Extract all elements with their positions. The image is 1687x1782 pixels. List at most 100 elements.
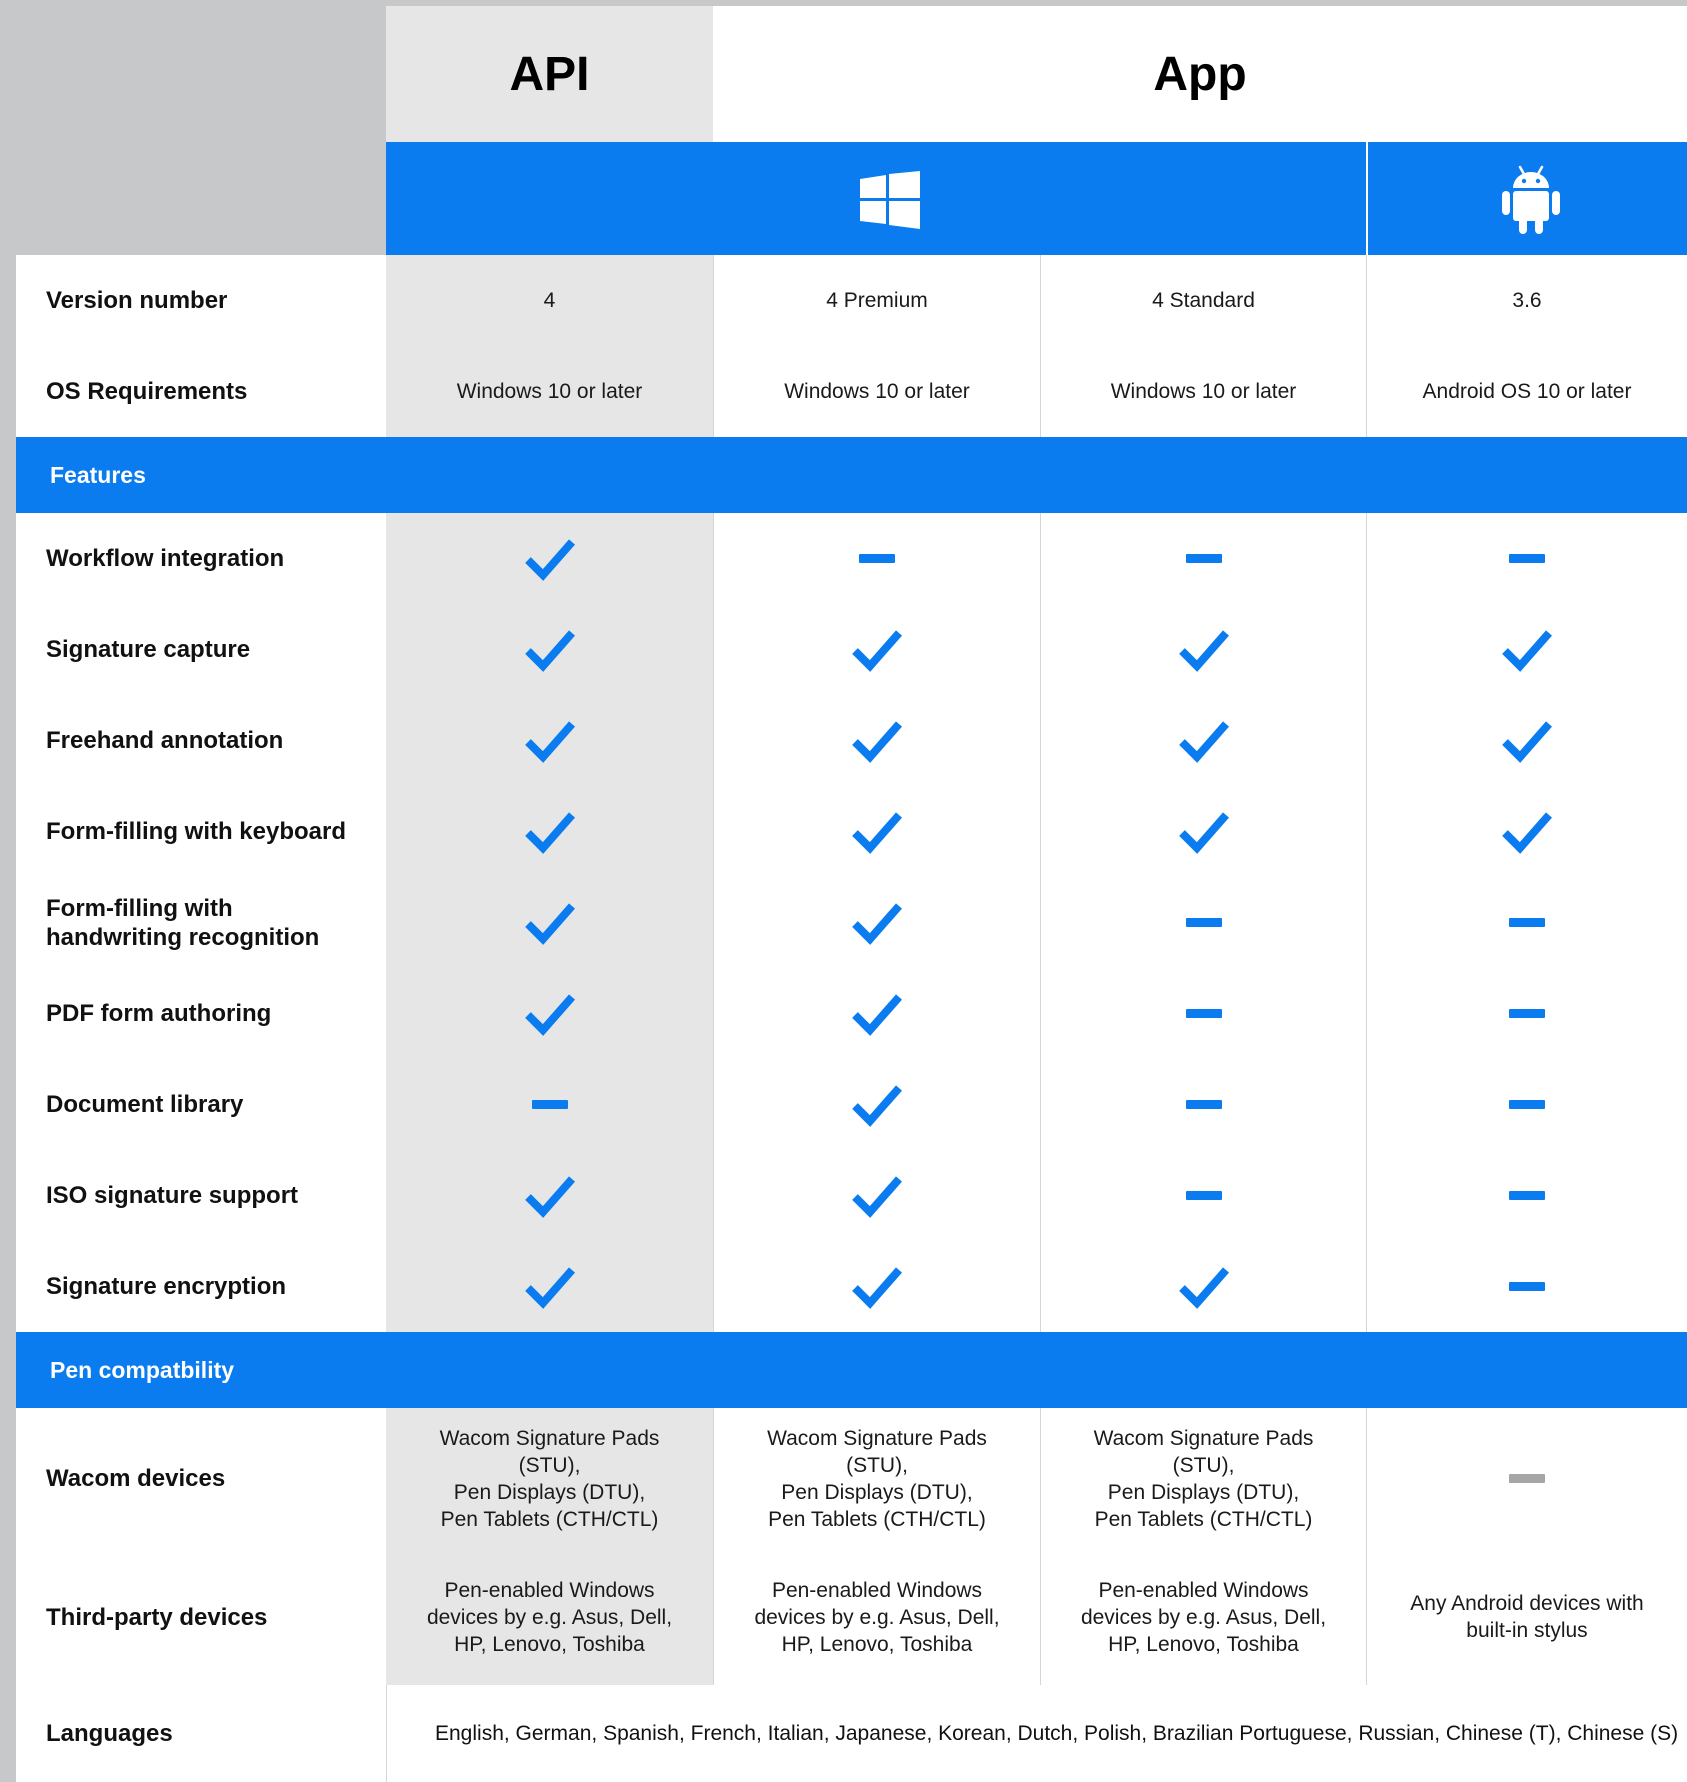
- check-icon: [1178, 629, 1229, 672]
- dash-icon: [1185, 1191, 1222, 1200]
- table-cell: Wacom Signature Pads (STU), Pen Displays (…: [386, 1408, 713, 1549]
- table-cell: [386, 1150, 713, 1241]
- table-cell: [713, 1241, 1040, 1332]
- dash-icon: [1509, 918, 1545, 927]
- dash-icon: [1185, 554, 1222, 563]
- row-label: Version number: [16, 255, 386, 346]
- dash-icon: [1185, 1100, 1222, 1109]
- row-label: Signature encryption: [16, 1241, 386, 1332]
- check-icon: [852, 1084, 903, 1127]
- table-cell: [386, 1241, 713, 1332]
- comparison-table: API App Version number 4 4 Premium 4 Standa…: [16, 6, 1687, 1782]
- table-cell: [1040, 877, 1366, 968]
- feature-row: PDF form authoring: [16, 968, 1687, 1060]
- check-icon: [852, 1266, 903, 1309]
- dash-icon: [1509, 1009, 1545, 1018]
- table-cell: Windows 10 or later: [386, 346, 713, 437]
- section-pen-compatibility: Pen compatbility: [16, 1332, 1687, 1408]
- row-third-party-devices: Third-party devices Pen-enabled Windows de…: [16, 1549, 1687, 1686]
- table-cell: [1366, 968, 1687, 1059]
- dash-icon: [1509, 1100, 1545, 1109]
- table-cell: [1366, 786, 1687, 877]
- table-cell: [386, 604, 713, 695]
- check-icon: [1502, 629, 1553, 672]
- table-cell: 4: [386, 255, 713, 346]
- check-icon: [1178, 720, 1229, 763]
- table-cell: [1040, 604, 1366, 695]
- feature-row: Signature capture: [16, 604, 1687, 696]
- dash-icon: [531, 1100, 568, 1109]
- row-wacom-devices: Wacom devices Wacom Signature Pads (STU), P…: [16, 1408, 1687, 1550]
- table-cell: [713, 604, 1040, 695]
- table-cell: [1040, 968, 1366, 1059]
- check-icon: [524, 993, 575, 1036]
- table-cell: [1366, 513, 1687, 604]
- check-icon: [524, 629, 575, 672]
- table-cell: [1040, 1059, 1366, 1150]
- check-icon: [852, 629, 903, 672]
- check-icon: [1178, 1266, 1229, 1309]
- check-icon: [524, 538, 575, 581]
- check-icon: [1502, 811, 1553, 854]
- check-icon: [524, 1266, 575, 1309]
- platform-bar: [386, 142, 1687, 255]
- feature-row: Document library: [16, 1059, 1687, 1151]
- check-icon: [524, 902, 575, 945]
- check-icon: [852, 902, 903, 945]
- table-cell: [386, 786, 713, 877]
- row-label: Languages: [16, 1685, 386, 1782]
- feature-row: Form-filling with keyboard: [16, 786, 1687, 878]
- table-cell: [1366, 1059, 1687, 1150]
- table-cell: 4 Premium: [713, 255, 1040, 346]
- table-cell: Windows 10 or later: [713, 346, 1040, 437]
- table-cell: [713, 513, 1040, 604]
- table-cell: [713, 695, 1040, 786]
- feature-row: ISO signature support: [16, 1150, 1687, 1242]
- row-label: OS Requirements: [16, 346, 386, 437]
- languages-value: English, German, Spanish, French, Italia…: [386, 1685, 1687, 1782]
- row-label: Signature capture: [16, 604, 386, 695]
- feature-row: Freehand annotation: [16, 695, 1687, 787]
- row-label: Document library: [16, 1059, 386, 1150]
- row-label: Freehand annotation: [16, 695, 386, 786]
- row-label: ISO signature support: [16, 1150, 386, 1241]
- android-logo-icon: [1502, 165, 1560, 234]
- check-icon: [1178, 811, 1229, 854]
- table-cell: [386, 513, 713, 604]
- table-cell: [713, 1059, 1040, 1150]
- table-cell: [386, 1059, 713, 1150]
- table-cell: [1040, 695, 1366, 786]
- dash-icon: [859, 554, 895, 563]
- table-cell: [1366, 695, 1687, 786]
- dash-icon: [1185, 918, 1222, 927]
- table-cell: [713, 786, 1040, 877]
- table-cell: [1366, 604, 1687, 695]
- row-version-number: Version number 4 4 Premium 4 Standard 3.6: [16, 255, 1687, 347]
- table-cell: [1366, 877, 1687, 968]
- feature-row: Workflow integration: [16, 513, 1687, 605]
- table-cell: Windows 10 or later: [1040, 346, 1366, 437]
- table-cell: [1040, 1150, 1366, 1241]
- table-cell: [1040, 1241, 1366, 1332]
- table-cell: Android OS 10 or later: [1366, 346, 1687, 437]
- table-cell: [713, 877, 1040, 968]
- table-cell: Pen-enabled Windows devices by e.g. Asus,…: [713, 1549, 1040, 1685]
- feature-row: Form-filling with handwriting recognition: [16, 877, 1687, 969]
- table-cell: [713, 1150, 1040, 1241]
- table-cell: [1366, 1241, 1687, 1332]
- row-label: Wacom devices: [16, 1408, 386, 1549]
- table-cell: [386, 695, 713, 786]
- dash-icon: [1185, 1009, 1222, 1018]
- dash-icon: [1509, 554, 1545, 563]
- platform-divider: [1366, 142, 1368, 255]
- table-cell: [1040, 513, 1366, 604]
- row-label: PDF form authoring: [16, 968, 386, 1059]
- row-os-requirements: OS Requirements Windows 10 or later Window…: [16, 346, 1687, 438]
- table-cell: [1366, 1408, 1687, 1549]
- section-features: Features: [16, 437, 1687, 513]
- windows-logo-icon: [860, 171, 920, 229]
- dash-icon: [1509, 1282, 1545, 1291]
- table-cell: [713, 968, 1040, 1059]
- check-icon: [524, 1175, 575, 1218]
- table-cell: Pen-enabled Windows devices by e.g. Asus,…: [1040, 1549, 1366, 1685]
